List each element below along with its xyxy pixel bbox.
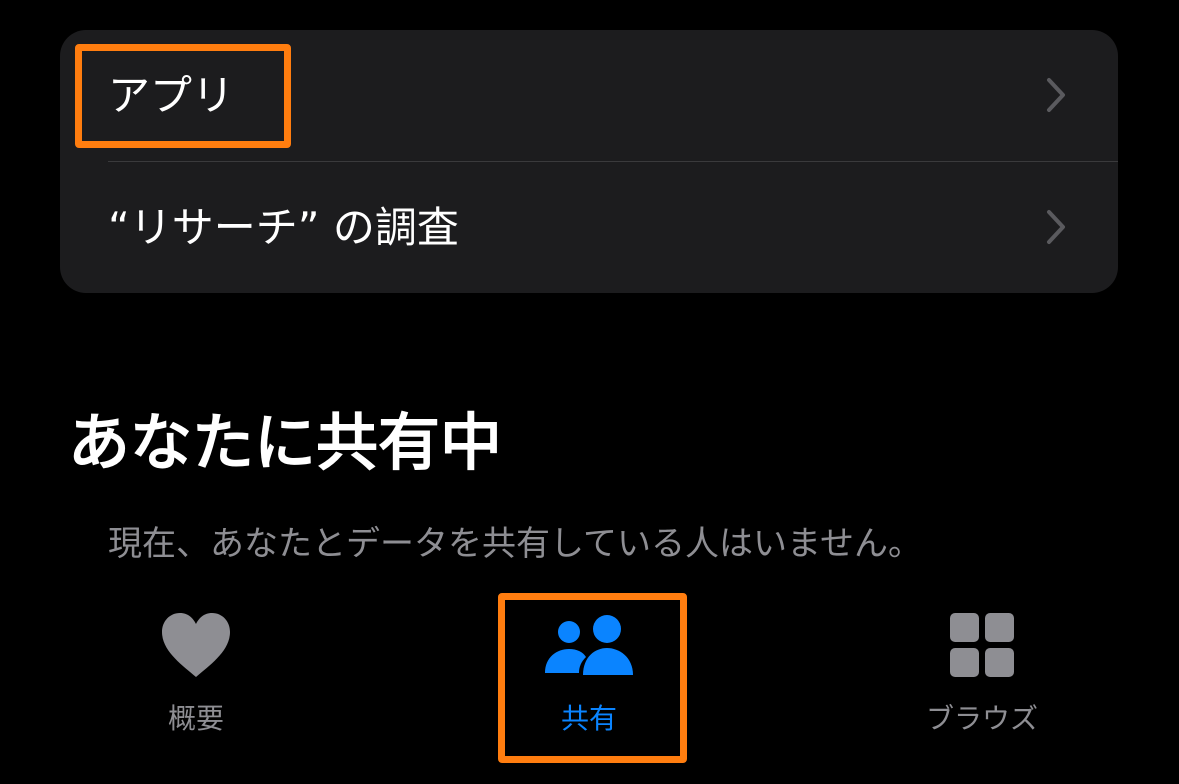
tab-label: ブラウズ bbox=[925, 702, 1038, 735]
section-title: あなたに共有中 bbox=[68, 406, 503, 479]
tab-summary[interactable]: 概要 bbox=[96, 605, 296, 745]
tab-browse[interactable]: ブラウズ bbox=[882, 605, 1082, 745]
grid-icon bbox=[950, 613, 1014, 677]
empty-state-message: 現在、あなたとデータを共有している人はいません。 bbox=[108, 524, 922, 564]
chevron-right-icon bbox=[1047, 210, 1065, 244]
heart-icon bbox=[162, 613, 230, 677]
chevron-right-icon bbox=[1047, 78, 1065, 112]
tab-label: 概要 bbox=[167, 702, 224, 735]
list-item-label: “リサーチ” の調査 bbox=[108, 203, 459, 252]
list-item-research-studies[interactable]: “リサーチ” の調査 bbox=[60, 162, 1118, 293]
highlight-box-apps bbox=[75, 44, 291, 148]
highlight-box-sharing-tab bbox=[498, 593, 687, 763]
